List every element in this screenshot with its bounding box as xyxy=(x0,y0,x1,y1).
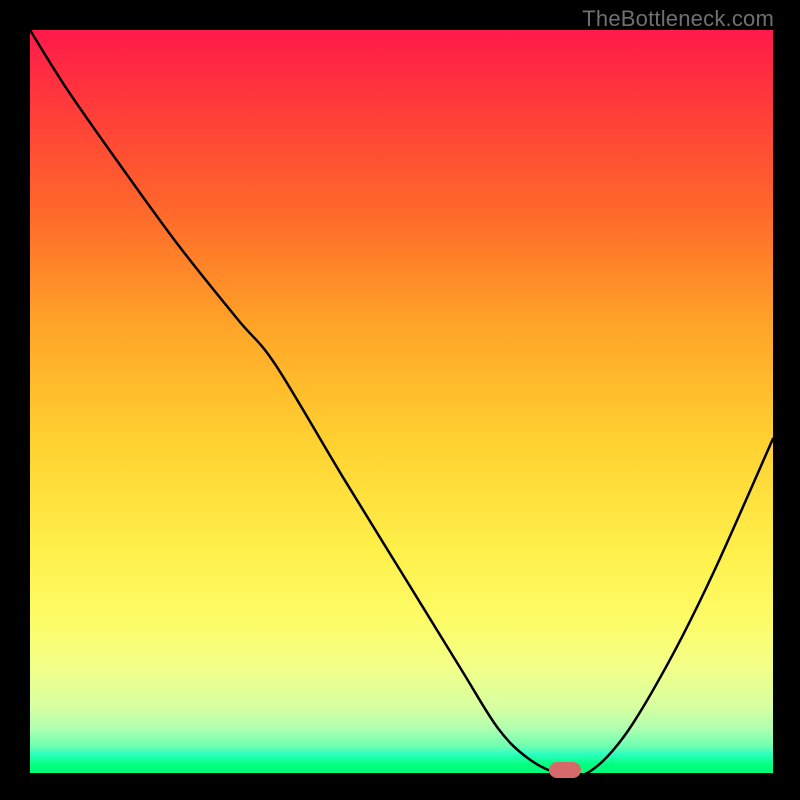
bottleneck-curve xyxy=(30,30,773,773)
chart-frame: TheBottleneck.com xyxy=(0,0,800,800)
watermark-text: TheBottleneck.com xyxy=(582,6,774,32)
optimum-marker xyxy=(549,762,581,778)
